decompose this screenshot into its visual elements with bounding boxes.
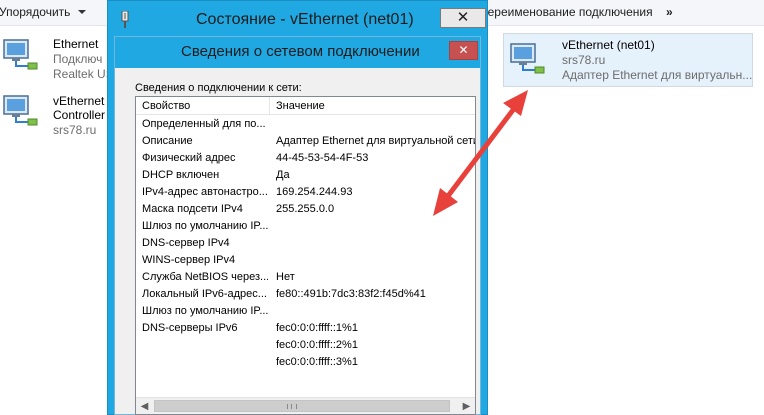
value-cell: Адаптер Ethernet для виртуальной сети: [276, 135, 476, 147]
connection-name: vEthernet (net01): [562, 38, 655, 52]
table-row[interactable]: DNS-сервер IPv4: [136, 235, 475, 252]
table-row[interactable]: fec0:0:0:ffff::2%1: [136, 337, 475, 354]
close-icon: ✕: [458, 43, 469, 57]
connection-status: Подключ: [53, 52, 103, 66]
scrollbar-thumb[interactable]: [154, 400, 450, 412]
property-cell: Шлюз по умолчанию IP...: [142, 220, 268, 232]
property-cell: Маска подсети IPv4: [142, 203, 243, 215]
network-adapter-icon: [3, 95, 38, 126]
table-row[interactable]: Описание Адаптер Ethernet для виртуальной…: [136, 133, 475, 150]
table-row[interactable]: Шлюз по умолчанию IP...: [136, 218, 475, 235]
table-row[interactable]: Маска подсети IPv4 255.255.0.0: [136, 201, 475, 218]
rename-connection-button[interactable]: Переименование подключения: [479, 5, 653, 19]
property-cell: DHCP включен: [142, 169, 220, 181]
horizontal-scrollbar[interactable]: ◀ ▶: [136, 397, 475, 414]
table-row[interactable]: Определенный для по...: [136, 116, 475, 133]
connection-name: vEthernet: [53, 94, 105, 108]
property-cell: DNS-сервер IPv4: [142, 237, 230, 249]
list-rows: Определенный для по... Описание Адаптер Et…: [136, 116, 475, 371]
details-window-title: Сведения о сетевом подключении: [181, 43, 420, 60]
value-cell: fec0:0:0:ffff::2%1: [276, 339, 358, 351]
property-cell: WINS-сервер IPv4: [142, 254, 236, 266]
property-cell: Физический адрес: [142, 152, 236, 164]
connection-details-label: Сведения о подключении к сети:: [135, 82, 302, 94]
connection-item-vethernet-net01[interactable]: vEthernet (net01) srs78.ru Адаптер Ether…: [503, 33, 753, 87]
network-adapter-icon: [3, 39, 38, 70]
organize-menu-button[interactable]: Упорядочить: [0, 5, 70, 19]
scroll-left-icon[interactable]: ◀: [136, 398, 153, 414]
connection-device: srs78.ru: [53, 123, 97, 137]
status-window-title: Состояние - vEthernet (net01): [196, 11, 414, 28]
connection-device: Адаптер Ethernet для виртуальн...: [562, 68, 753, 82]
status-window-titlebar[interactable]: Состояние - vEthernet (net01) ✕: [108, 1, 487, 37]
value-cell: fec0:0:0:ffff::3%1: [276, 356, 358, 368]
status-window-close-button[interactable]: ✕: [440, 8, 486, 28]
property-cell: IPv4-адрес автонастро...: [142, 186, 268, 198]
value-cell: fec0:0:0:ffff::1%1: [276, 322, 358, 334]
property-cell: Определенный для по...: [142, 118, 266, 130]
grip-icon: [287, 404, 297, 409]
connection-details-list[interactable]: Свойство Значение Определенный для по...…: [135, 96, 476, 415]
table-row[interactable]: Служба NetBIOS через... Нет: [136, 269, 475, 286]
table-row[interactable]: Шлюз по умолчанию IP...: [136, 303, 475, 320]
value-cell: 255.255.0.0: [276, 203, 335, 215]
table-row[interactable]: DHCP включен Да: [136, 167, 475, 184]
table-row[interactable]: fec0:0:0:ffff::3%1: [136, 354, 475, 371]
scroll-right-icon[interactable]: ▶: [458, 398, 475, 414]
property-cell: Шлюз по умолчанию IP...: [142, 305, 268, 317]
property-cell: Служба NetBIOS через...: [142, 271, 268, 283]
details-window-close-button[interactable]: ✕: [449, 41, 478, 60]
value-cell: Нет: [276, 271, 295, 283]
property-cell: Локальный IPv6-адрес...: [142, 288, 267, 300]
details-window-titlebar[interactable]: Сведения о сетевом подключении ✕: [115, 37, 480, 68]
value-cell: 44-45-53-54-4F-53: [276, 152, 369, 164]
table-row[interactable]: WINS-сервер IPv4: [136, 252, 475, 269]
table-row[interactable]: IPv4-адрес автонастро... 169.254.244.93: [136, 184, 475, 201]
column-header-value[interactable]: Значение: [270, 97, 475, 115]
table-row[interactable]: Локальный IPv6-адрес... fe80::491b:7dc3:8…: [136, 286, 475, 303]
column-header-property[interactable]: Свойство: [136, 97, 270, 115]
connection-device: Realtek US: [53, 67, 114, 81]
value-cell: 169.254.244.93: [276, 186, 353, 198]
table-row[interactable]: DNS-серверы IPv6 fec0:0:0:ffff::1%1: [136, 320, 475, 337]
network-status-icon: [121, 11, 129, 28]
table-row[interactable]: Физический адрес 44-45-53-54-4F-53: [136, 150, 475, 167]
connection-name: Ethernet: [53, 37, 99, 51]
chevron-down-icon[interactable]: [78, 10, 86, 14]
close-icon: ✕: [456, 9, 470, 26]
toolbar-overflow-button[interactable]: »: [666, 5, 673, 19]
connection-network: srs78.ru: [562, 53, 606, 67]
property-cell: Описание: [142, 135, 193, 147]
value-cell: fe80::491b:7dc3:83f2:f45d%41: [276, 288, 426, 300]
property-cell: DNS-серверы IPv6: [142, 322, 238, 334]
value-cell: Да: [276, 169, 290, 181]
list-header: Свойство Значение: [136, 97, 475, 115]
connection-status: Controller: [53, 108, 106, 122]
network-adapter-icon: [510, 43, 545, 74]
